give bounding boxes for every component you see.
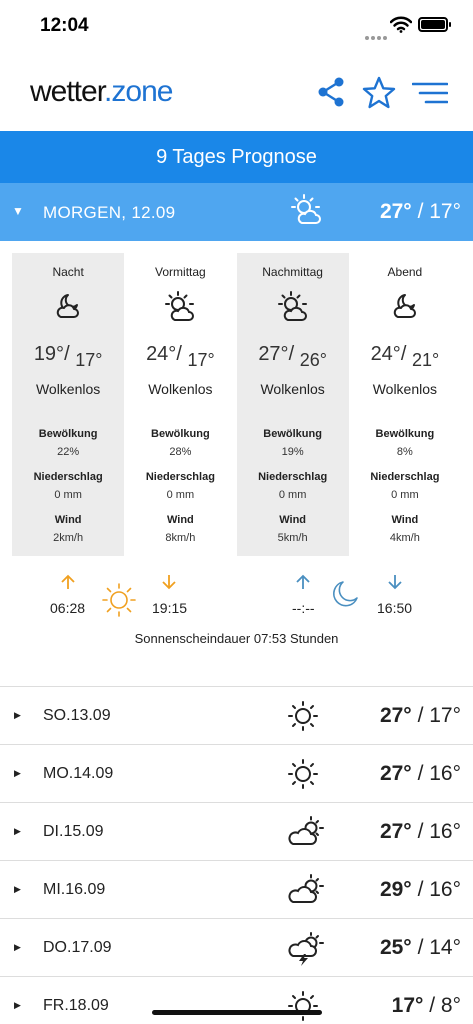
precipitation: 0 mm (166, 489, 195, 501)
day-row[interactable]: ▶ MO.14.09 27° / 16° (0, 744, 473, 802)
expand-triangle-icon: ▶ (14, 710, 21, 720)
expand-triangle-icon: ▶ (14, 768, 21, 778)
sunset-time: 19:15 (152, 600, 188, 616)
moon-cloud-icon (393, 294, 416, 318)
day-row[interactable]: ▶ DO.17.09 25° / 14° (0, 918, 473, 976)
sun-icon (288, 759, 318, 789)
sun-icon (288, 991, 318, 1021)
expand-triangle-icon: ▶ (14, 1000, 21, 1010)
expand-triangle-icon: ▶ (14, 826, 21, 836)
period-description: Wolkenlos (35, 381, 101, 397)
day-temps: 25° / 14° (379, 936, 461, 959)
forecast-title: 9 Tages Prognose (0, 131, 473, 183)
sun-cloud-icon (165, 291, 195, 321)
period-description: Wolkenlos (260, 381, 325, 397)
share-icon[interactable] (316, 76, 346, 108)
cloud-cover: 19% (281, 446, 304, 458)
app-header: wetter.zone (0, 60, 473, 130)
wind-speed: 8km/h (165, 532, 196, 544)
moonrise-arrow-icon (296, 574, 310, 589)
sunrise-time: 06:28 (50, 600, 86, 616)
day-row[interactable]: ▶ DI.15.09 27° / 16° (0, 802, 473, 860)
period-abend: Abend 24°/ 21° Wolkenlos Bewölkung 8% Ni… (349, 253, 461, 556)
sun-moon-times: 06:28 19:15 --:-- 16:50 (0, 570, 473, 630)
period-name: Nacht (52, 265, 84, 279)
period-description: Wolkenlos (372, 381, 438, 397)
period-name: Abend (387, 265, 423, 279)
period-temps: 24°/ 17° (146, 343, 215, 370)
day-label: DO.17.09 (43, 939, 112, 956)
day-label: MO.14.09 (43, 765, 114, 782)
period-name: Vormittag (155, 265, 206, 279)
day-temps: 17° / 8° (391, 994, 461, 1017)
moon-cloud-icon (56, 294, 80, 318)
logo[interactable]: wetter.zone (30, 75, 173, 109)
day-temps: 27° / 17° (379, 704, 461, 727)
battery-icon (418, 17, 451, 32)
collapse-triangle-icon: ▼ (12, 204, 24, 218)
status-bar: 12:04 (0, 0, 473, 52)
selected-day-row[interactable]: ▼ MORGEN, 12.09 27° / 17° (0, 183, 473, 241)
wind-speed: 4km/h (389, 532, 420, 544)
period-temps: 19°/ 17° (33, 343, 103, 370)
sun-icon (102, 583, 136, 617)
moonset-time: 16:50 (377, 600, 413, 616)
day-row[interactable]: ▶ SO.13.09 27° / 17° (0, 686, 473, 744)
favorite-star-icon[interactable] (362, 76, 396, 110)
status-time: 12:04 (40, 15, 89, 36)
day-row[interactable]: ▶ FR.18.09 17° / 8° (0, 976, 473, 1024)
wind-speed: 2km/h (53, 532, 84, 544)
expand-triangle-icon: ▶ (14, 942, 21, 952)
period-nacht: Nacht 19°/ 17° Wolkenlos Bewölkung 22% N… (12, 253, 125, 556)
period-nachmittag: Nachmittag 27°/ 26° Wolkenlos Bewölkung … (236, 253, 349, 556)
day-label: DI.15.09 (43, 823, 104, 840)
selected-day-temps: 27° / 17° (379, 200, 461, 223)
period-temps: 27°/ 26° (258, 343, 327, 370)
cloud-sun-icon (288, 816, 324, 845)
cloud-cover: 28% (169, 446, 192, 458)
signal-dots-icon (365, 27, 389, 45)
moonrise-time: --:-- (292, 600, 315, 616)
home-indicator[interactable] (152, 1010, 322, 1015)
sun-icon (288, 701, 318, 731)
selected-day-label: MORGEN, 12.09 (43, 203, 176, 222)
period-description: Wolkenlos (148, 381, 213, 397)
day-temps: 27° / 16° (379, 762, 461, 785)
period-vormittag: Vormittag 24°/ 17° Wolkenlos Bewölkung 2… (124, 253, 236, 556)
day-temps: 27° / 16° (379, 820, 461, 843)
forecast-day-list: ▶ SO.13.09 27° / 17° ▶ MO.14.09 27° / 16… (0, 686, 473, 1024)
day-row[interactable]: ▶ MI.16.09 29° / 16° (0, 860, 473, 918)
period-name: Nachmittag (262, 265, 323, 279)
cloud-cover: 8% (396, 446, 413, 458)
precipitation: 0 mm (54, 489, 82, 501)
day-periods: Nacht 19°/ 17° Wolkenlos Bewölkung 22% N… (12, 253, 461, 556)
expand-triangle-icon: ▶ (14, 884, 21, 894)
day-label: SO.13.09 (43, 707, 111, 724)
cloud-cover: 22% (57, 446, 80, 458)
moon-icon (333, 581, 358, 607)
sun-cloud-icon (291, 194, 321, 224)
sunset-arrow-icon (162, 575, 176, 590)
day-label: FR.18.09 (43, 997, 109, 1014)
sun-cloud-icon (277, 291, 307, 321)
precipitation: 0 mm (278, 489, 307, 501)
wifi-icon (390, 16, 412, 33)
moonset-arrow-icon (388, 575, 402, 590)
wind-speed: 5km/h (277, 532, 308, 544)
sunrise-arrow-icon (61, 574, 75, 589)
day-label: MI.16.09 (43, 881, 106, 898)
sunshine-duration: Sonnenscheindauer 07:53 Stunden (134, 631, 339, 646)
menu-icon[interactable] (412, 82, 448, 104)
precipitation: 0 mm (391, 489, 419, 501)
day-temps: 29° / 16° (379, 878, 461, 901)
period-temps: 24°/ 21° (370, 343, 440, 370)
thunder-cloud-icon (288, 932, 324, 966)
cloud-sun-icon (288, 874, 324, 903)
